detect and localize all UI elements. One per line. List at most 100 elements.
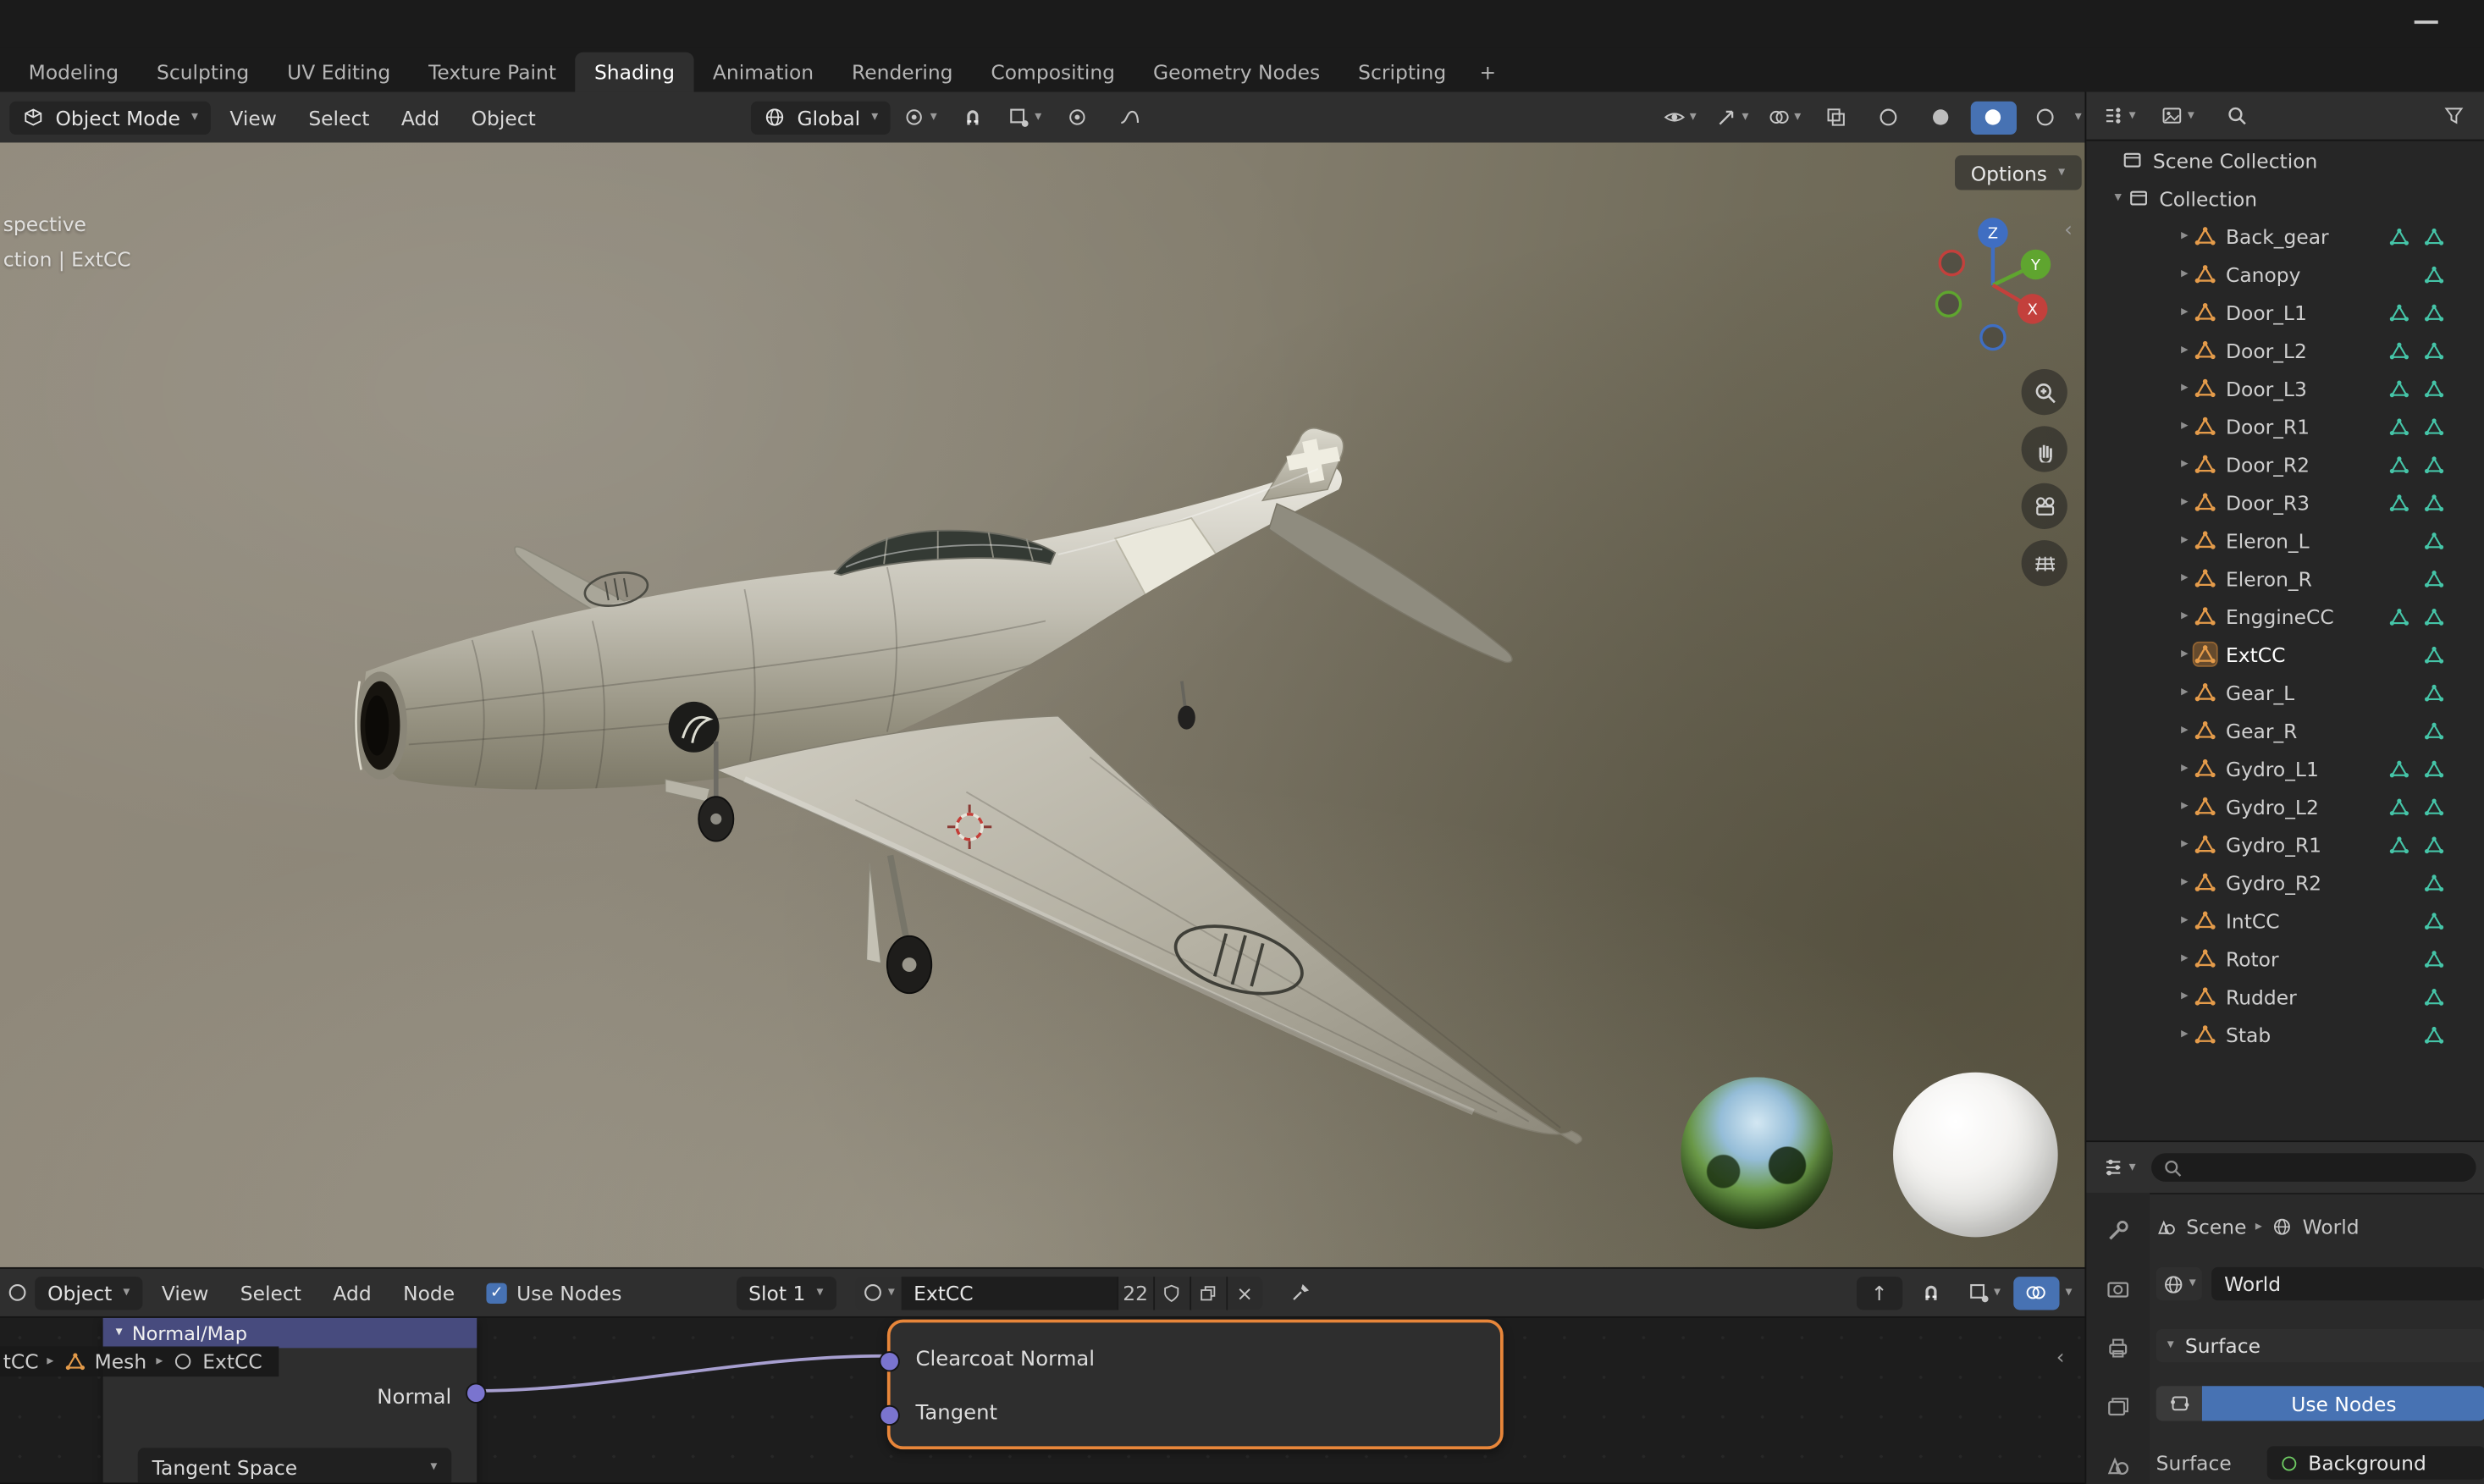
tab-uv-editing[interactable]: UV Editing <box>268 52 410 92</box>
outliner-item[interactable]: ▸ Door_L1 <box>2086 293 2484 331</box>
outliner-item[interactable]: ▸ Rudder <box>2086 978 2484 1016</box>
menu-object[interactable]: Object <box>459 101 549 134</box>
material-name-field[interactable]: ExtCC <box>901 1276 1117 1310</box>
shading-rendered-button[interactable] <box>2023 101 2068 134</box>
tab-view-layer-properties[interactable] <box>2095 1387 2142 1426</box>
shader-type-select[interactable]: Object ▾ <box>35 1276 143 1310</box>
tab-animation[interactable]: Animation <box>693 52 832 92</box>
menu-view[interactable]: View <box>217 101 289 134</box>
tab-compositing[interactable]: Compositing <box>972 52 1134 92</box>
outliner-item[interactable]: ▸ Stab <box>2086 1015 2484 1053</box>
expand-arrow-icon[interactable]: ▸ <box>2175 798 2194 814</box>
normal-map-node[interactable]: ▾ Normal/Map Normal Tangent Space ▾ <box>102 1317 487 1483</box>
expand-arrow-icon[interactable]: ▸ <box>2175 532 2194 549</box>
hdri-preview-sphere[interactable] <box>1681 1077 1833 1230</box>
outliner-item[interactable]: ▸ Eleron_L <box>2086 521 2484 560</box>
expand-arrow-icon[interactable]: ▸ <box>2175 836 2194 852</box>
clearcoat-normal-input-socket[interactable] <box>879 1351 900 1372</box>
use-nodes-checkbox[interactable]: ✓ Use Nodes <box>486 1281 621 1305</box>
outliner-item[interactable]: ▸ Door_R1 <box>2086 407 2484 445</box>
tab-shading[interactable]: Shading <box>575 52 694 92</box>
normal-map-node-header[interactable]: ▾ Normal/Map <box>102 1317 477 1349</box>
pan-button[interactable] <box>2021 426 2067 472</box>
expand-arrow-icon[interactable]: ▸ <box>2175 1027 2194 1043</box>
proportional-editing-toggle[interactable] <box>1054 101 1100 134</box>
gizmo-minus-z-axis[interactable] <box>1979 323 2007 351</box>
visibility-select[interactable]: ▾ <box>1657 101 1703 134</box>
menu-view[interactable]: View <box>149 1276 221 1309</box>
outliner-item[interactable]: ▸ Back_gear <box>2086 217 2484 255</box>
tab-render-properties[interactable] <box>2095 1270 2142 1309</box>
ortho-toggle-button[interactable] <box>2021 540 2067 587</box>
collapse-icon[interactable]: ▾ <box>116 1327 123 1340</box>
collapse-arrow-icon[interactable]: ▾ <box>2109 190 2128 207</box>
pin-button[interactable] <box>1278 1276 1323 1309</box>
breadcrumb-world[interactable]: World <box>2303 1215 2360 1239</box>
menu-node[interactable]: Node <box>390 1276 467 1309</box>
shading-solid-button[interactable] <box>1918 101 1963 134</box>
outliner-item[interactable]: ▸ Gear_R <box>2086 711 2484 749</box>
material-slot-select[interactable]: Slot 1 ▾ <box>736 1276 836 1310</box>
outliner-item[interactable]: ▸ Gydro_R2 <box>2086 863 2484 902</box>
expand-arrow-icon[interactable]: ▸ <box>2175 342 2194 358</box>
tab-tool-properties[interactable] <box>2095 1211 2142 1250</box>
outliner-item[interactable]: ▸ Gydro_R1 <box>2086 825 2484 863</box>
collection-row[interactable]: ▾ Collection <box>2086 179 2484 217</box>
expand-arrow-icon[interactable]: ▸ <box>2175 951 2194 967</box>
outliner-item-active[interactable]: ▸ ExtCC <box>2086 635 2484 673</box>
tab-output-properties[interactable] <box>2095 1328 2142 1367</box>
use-nodes-button[interactable]: Use Nodes <box>2201 1386 2484 1421</box>
expand-arrow-icon[interactable]: ▸ <box>2175 266 2194 282</box>
outliner-item[interactable]: ▸ Door_R3 <box>2086 483 2484 521</box>
properties-search-input[interactable] <box>2151 1153 2476 1182</box>
menu-select[interactable]: Select <box>228 1276 314 1309</box>
navigation-gizmo[interactable]: Z Y X <box>1920 212 2066 358</box>
node-icon-button[interactable] <box>2156 1386 2202 1421</box>
expand-arrow-icon[interactable]: ▸ <box>2175 609 2194 625</box>
outliner-item[interactable]: ▸ Gear_L <box>2086 673 2484 711</box>
properties-editor-type-select[interactable]: ▾ <box>2096 1150 2142 1183</box>
normal-output-socket[interactable] <box>466 1382 487 1404</box>
scene-collection-row[interactable]: Scene Collection <box>2086 141 2484 179</box>
xray-toggle[interactable] <box>1813 101 1859 134</box>
tangent-input-socket[interactable] <box>879 1404 900 1426</box>
outliner-item[interactable]: ▸ Canopy <box>2086 255 2484 293</box>
expand-arrow-icon[interactable]: ▸ <box>2175 380 2194 396</box>
expand-arrow-icon[interactable]: ▸ <box>2175 494 2194 510</box>
snap-toggle[interactable] <box>949 101 995 134</box>
shading-wireframe-button[interactable] <box>1866 101 1912 134</box>
snap-toggle[interactable] <box>1908 1276 1954 1309</box>
tab-texture-paint[interactable]: Texture Paint <box>410 52 576 92</box>
expand-arrow-icon[interactable]: ▸ <box>2175 304 2194 320</box>
expand-arrow-icon[interactable]: ▸ <box>2175 874 2194 891</box>
pivot-point-select[interactable]: ▾ <box>897 101 943 134</box>
outliner-item[interactable]: ▸ IntCC <box>2086 902 2484 940</box>
proportional-falloff-select[interactable] <box>1107 101 1152 134</box>
expand-arrow-icon[interactable]: ▸ <box>2175 418 2194 434</box>
unlink-material-button[interactable]: × <box>1225 1276 1262 1310</box>
minimize-icon[interactable] <box>2414 20 2438 25</box>
outliner-item[interactable]: ▸ Eleron_R <box>2086 560 2484 598</box>
region-toggle-arrow[interactable]: ‹ <box>2056 1346 2065 1370</box>
node-canvas[interactable]: ▾ Normal/Map Normal Tangent Space ▾ tCC ▾… <box>0 1317 2085 1483</box>
mode-select[interactable]: Object Mode ▾ <box>9 100 211 135</box>
region-toggle-arrow[interactable]: ‹ <box>2064 218 2073 242</box>
outliner-display-mode-select[interactable]: ▾ <box>2096 99 2142 132</box>
outliner-item[interactable]: ▸ Rotor <box>2086 940 2484 978</box>
expand-arrow-icon[interactable]: ▸ <box>2175 989 2194 1005</box>
tab-modeling[interactable]: Modeling <box>9 52 137 92</box>
tab-geometry-nodes[interactable]: Geometry Nodes <box>1134 52 1339 92</box>
outliner-filter-button[interactable] <box>2430 99 2476 132</box>
expand-arrow-icon[interactable]: ▸ <box>2175 456 2194 472</box>
snap-settings-select[interactable]: ▾ <box>1002 101 1047 134</box>
tab-scene-properties[interactable] <box>2095 1445 2142 1484</box>
overlays-select[interactable]: ▾ <box>1761 101 1807 134</box>
outliner-item[interactable]: ▸ Door_L3 <box>2086 369 2484 407</box>
outliner-search-button[interactable] <box>2213 99 2259 132</box>
overlays-chevron[interactable]: ▾ <box>2065 1286 2072 1299</box>
shading-options-chevron[interactable]: ▾ <box>2075 110 2082 124</box>
overlays-toggle[interactable] <box>2012 1276 2059 1310</box>
viewport-3d[interactable]: spective ction | ExtCC Options ▾ Z Y X ‹ <box>0 142 2085 1267</box>
expand-arrow-icon[interactable]: ▸ <box>2175 760 2194 776</box>
menu-add[interactable]: Add <box>320 1276 384 1309</box>
